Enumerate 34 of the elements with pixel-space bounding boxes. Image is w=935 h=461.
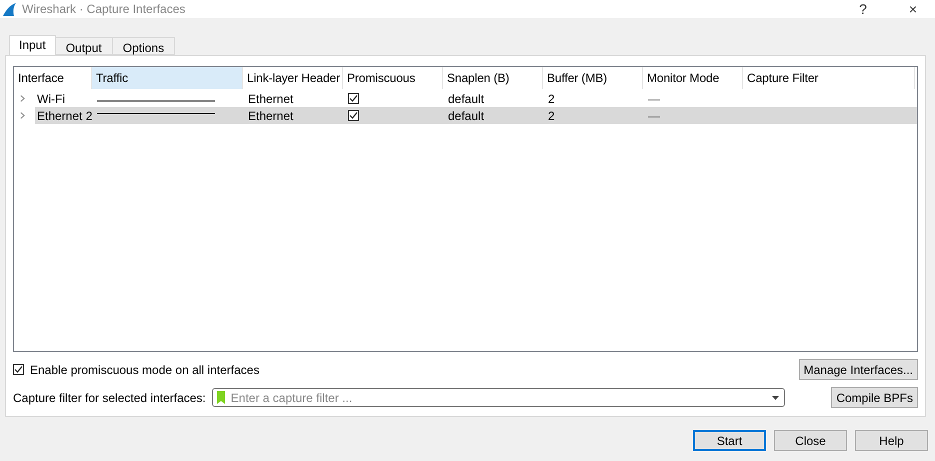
tab[interactable]: Options [112, 37, 176, 55]
column-header[interactable]: Traffic [92, 67, 243, 89]
compile-bpfs-button[interactable]: Compile BPFs [831, 387, 918, 408]
table-row[interactable]: Ethernet 2 Ethernet default 2 — [35, 107, 917, 124]
table-row[interactable]: Wi-Fi Ethernet default 2 — [35, 90, 917, 107]
table-cell-text: Ethernet [247, 90, 294, 107]
bookmark-icon [214, 390, 227, 405]
checkbox[interactable] [348, 110, 359, 121]
table-cell-text: default [447, 108, 486, 124]
dropdown-arrow-icon[interactable] [772, 396, 780, 400]
table-cell-text: 2 [547, 108, 556, 124]
capture-filter-field[interactable]: Enter a capture filter ... [212, 388, 786, 407]
filter-input[interactable]: Enter a capture filter ... [226, 390, 772, 404]
tab[interactable]: Input [9, 35, 56, 55]
dialog-button[interactable]: Close [774, 430, 847, 451]
table-cell-text: — [647, 108, 661, 124]
help-button[interactable]: ? [841, 1, 885, 17]
checkbox[interactable] [348, 93, 359, 104]
checkbox[interactable] [13, 364, 24, 375]
dialog-button[interactable]: Start [693, 430, 766, 451]
table-cell-text: default [447, 90, 486, 107]
table-cell-text: Ethernet [247, 108, 294, 124]
dialog-button[interactable]: Help [855, 430, 928, 451]
table-cell-text: Ethernet 2 [36, 108, 93, 124]
table-cell-text: 2 [547, 90, 556, 107]
close-button[interactable]: × [891, 1, 935, 17]
filter-label: Capture filter for selected interfaces: [13, 390, 206, 404]
tab[interactable]: Output [54, 37, 113, 55]
shark-fin-icon [2, 2, 16, 16]
table-cell-text: Wi-Fi [36, 90, 66, 107]
manage-interfaces-button[interactable]: Manage Interfaces... [798, 359, 918, 380]
window-title: Wireshark · Capture Interfaces [22, 2, 186, 16]
table-cell-text: — [647, 90, 661, 107]
checkbox-label: Enable promiscuous mode on all interfaces [30, 362, 260, 376]
